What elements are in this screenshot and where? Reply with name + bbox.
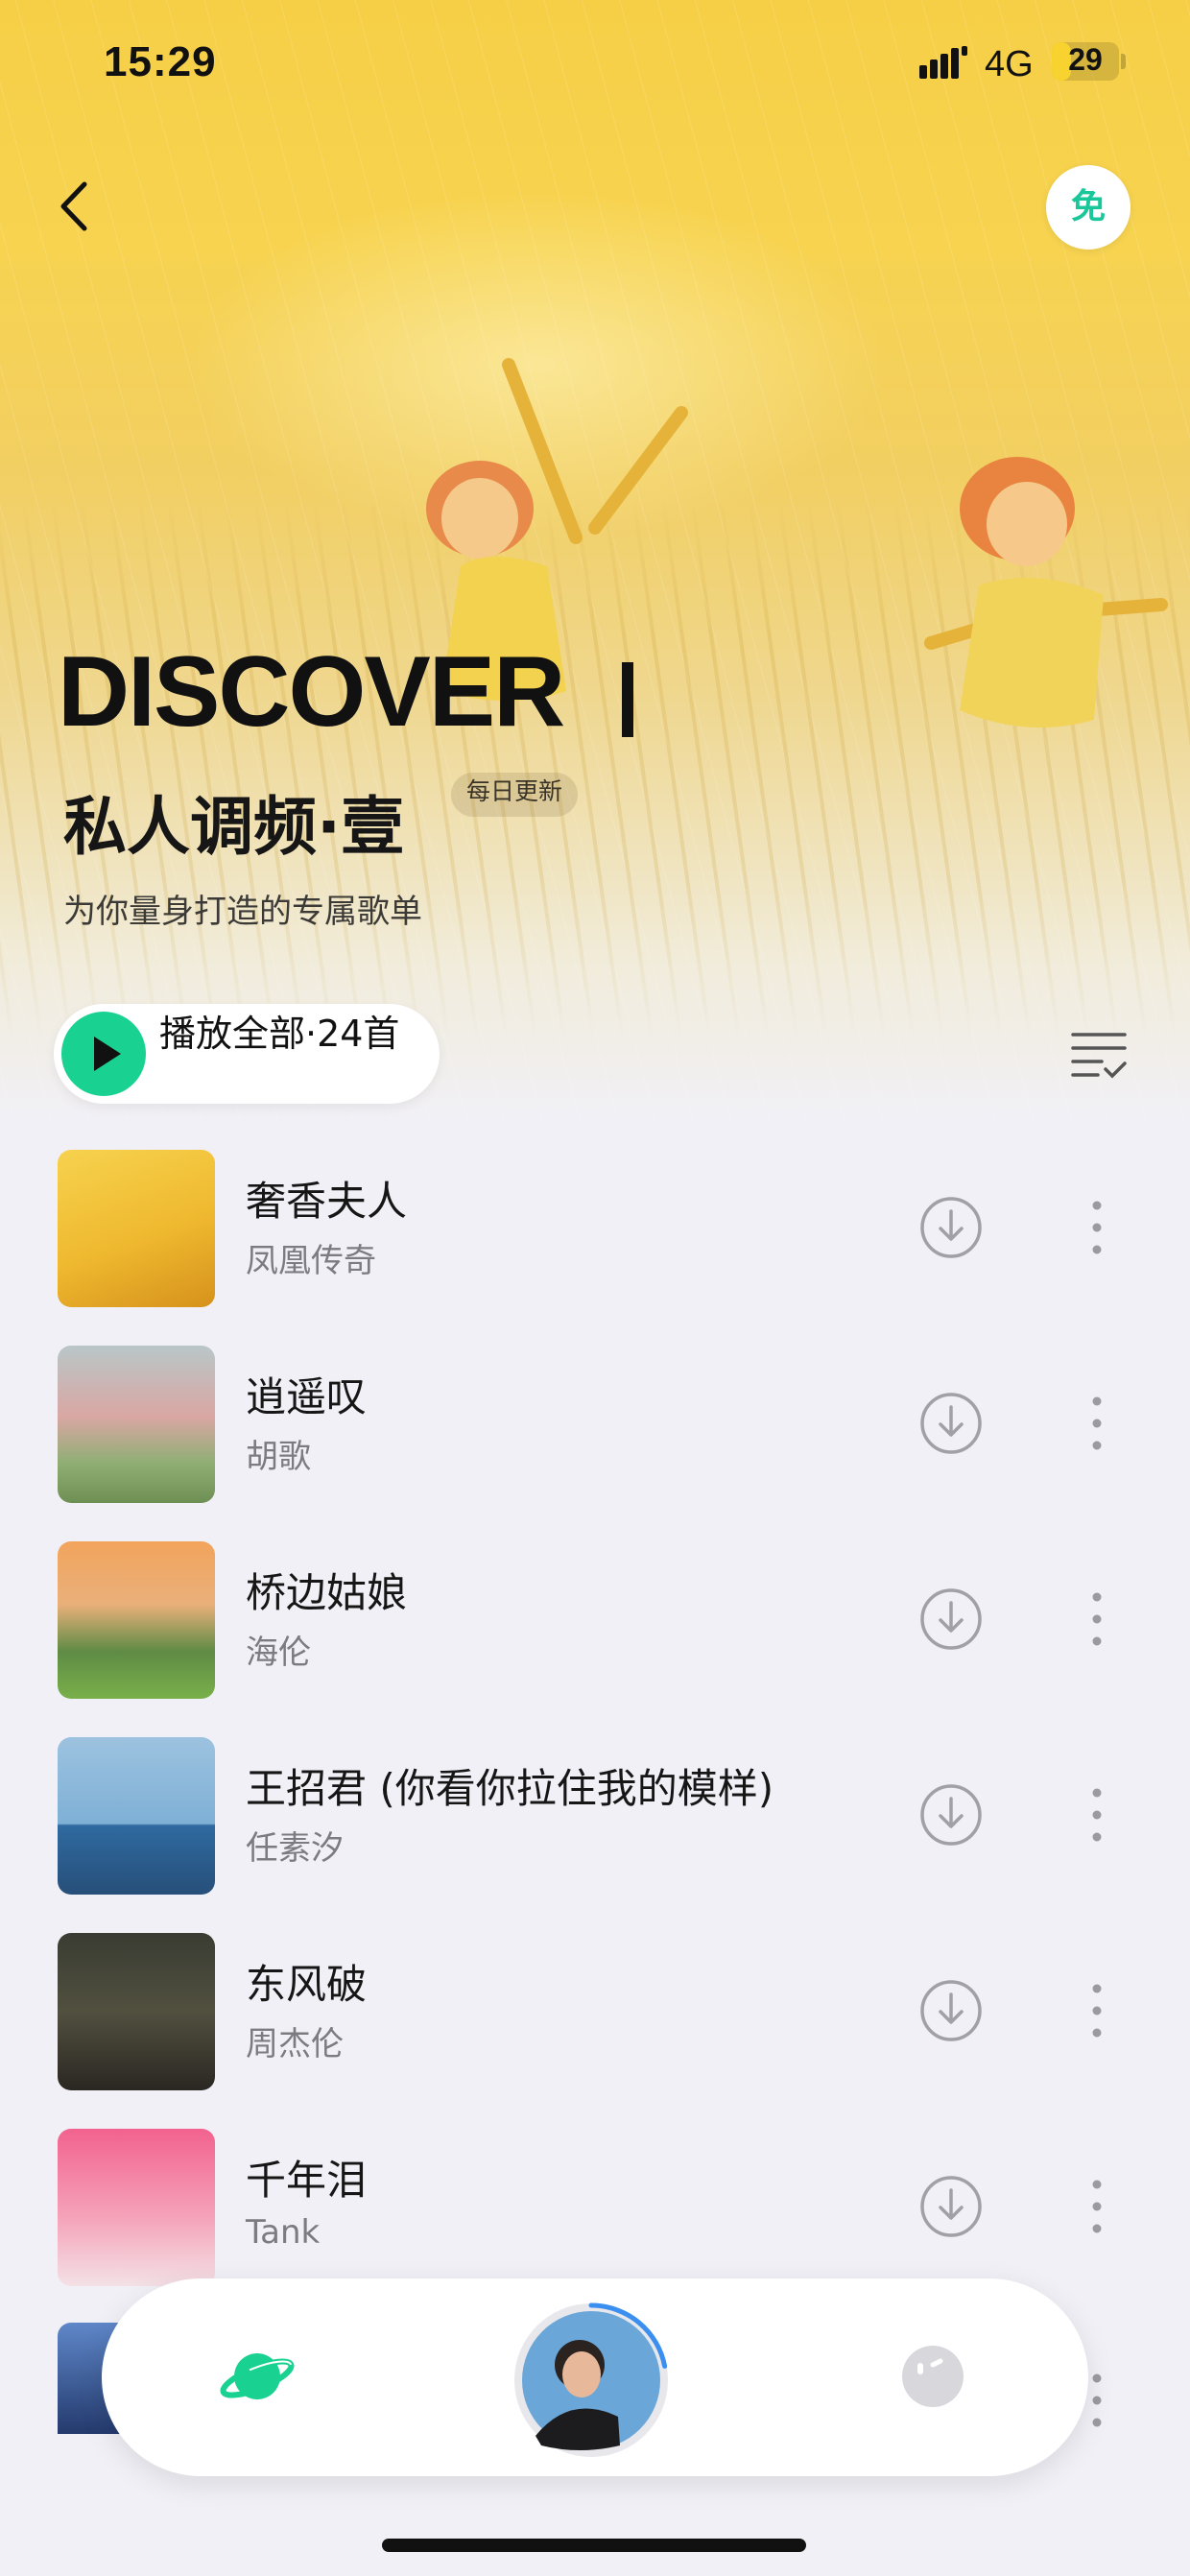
download-icon[interactable] [919,1392,983,1455]
song-title: 千年泪 [246,2157,368,2204]
song-artist: Tank [246,2213,321,2252]
download-icon[interactable] [919,2175,983,2238]
song-title: 桥边姑娘 [246,1569,408,1616]
play-all-label: 播放全部·24首 [159,1013,400,1055]
download-icon[interactable] [919,1587,983,1651]
song-row[interactable]: 奢香夫人 凤凰传奇 [0,1150,1190,1346]
daily-update-badge: 每日更新 [451,773,579,817]
playlist-subtitle: 私人调频·壹 [63,790,405,864]
song-artist: 海伦 [246,1634,311,1672]
more-icon[interactable] [1083,1196,1111,1259]
planet-icon[interactable] [219,2342,296,2411]
hero-banner [0,0,1190,1123]
title-bar-mark [622,662,633,737]
album-cover[interactable] [58,2129,215,2286]
song-row[interactable]: 逍遥叹 胡歌 [0,1346,1190,1541]
song-row[interactable]: 东风破 周杰伦 [0,1933,1190,2129]
album-cover[interactable] [58,1737,215,1895]
song-title: 王招君 (你看你拉住我的模样) [246,1765,774,1812]
now-playing-disc[interactable] [512,2302,670,2459]
song-row[interactable]: 桥边姑娘 海伦 [0,1541,1190,1737]
album-cover[interactable] [58,1541,215,1699]
bottom-nav [102,2278,1088,2476]
download-icon[interactable] [919,1979,983,2042]
play-all-button[interactable]: 播放全部·24首 [54,1004,440,1104]
song-title: 奢香夫人 [246,1178,408,1225]
free-mode-button[interactable]: 免 [1046,165,1130,250]
network-type: 4G [985,44,1034,84]
song-title: 逍遥叹 [246,1373,368,1420]
album-cover[interactable] [58,1346,215,1503]
song-artist: 周杰伦 [246,2025,344,2063]
play-icon [61,1012,146,1096]
hero-illustration [426,358,1168,727]
page-title: DISCOVER [58,636,565,748]
album-cover[interactable] [58,1150,215,1307]
more-icon[interactable] [1083,1392,1111,1455]
battery-percent: 29 [1068,42,1103,77]
status-time: 15:29 [104,38,217,85]
song-artist: 任素汐 [246,1829,344,1868]
more-icon[interactable] [1083,1979,1111,2042]
battery-tip [1121,54,1126,69]
list-sort-icon[interactable] [1069,1027,1129,1083]
download-icon[interactable] [919,1196,983,1259]
song-row[interactable]: 王招君 (你看你拉住我的模样) 任素汐 [0,1737,1190,1933]
home-indicator[interactable] [382,2539,806,2552]
more-icon[interactable] [1083,1587,1111,1651]
song-artist: 凤凰传奇 [246,1242,376,1280]
face-icon[interactable] [898,2342,967,2411]
download-icon[interactable] [919,1783,983,1847]
more-icon[interactable] [1083,2175,1111,2238]
chevron-left-icon[interactable] [46,173,104,240]
song-artist: 胡歌 [246,1438,311,1476]
battery-icon: 29 [1052,42,1119,81]
more-icon[interactable] [1083,1783,1111,1847]
signal-icon [919,46,967,79]
album-cover[interactable] [58,1933,215,2090]
playlist-description: 为你量身打造的专属歌单 [63,893,422,931]
song-title: 东风破 [246,1961,368,2008]
